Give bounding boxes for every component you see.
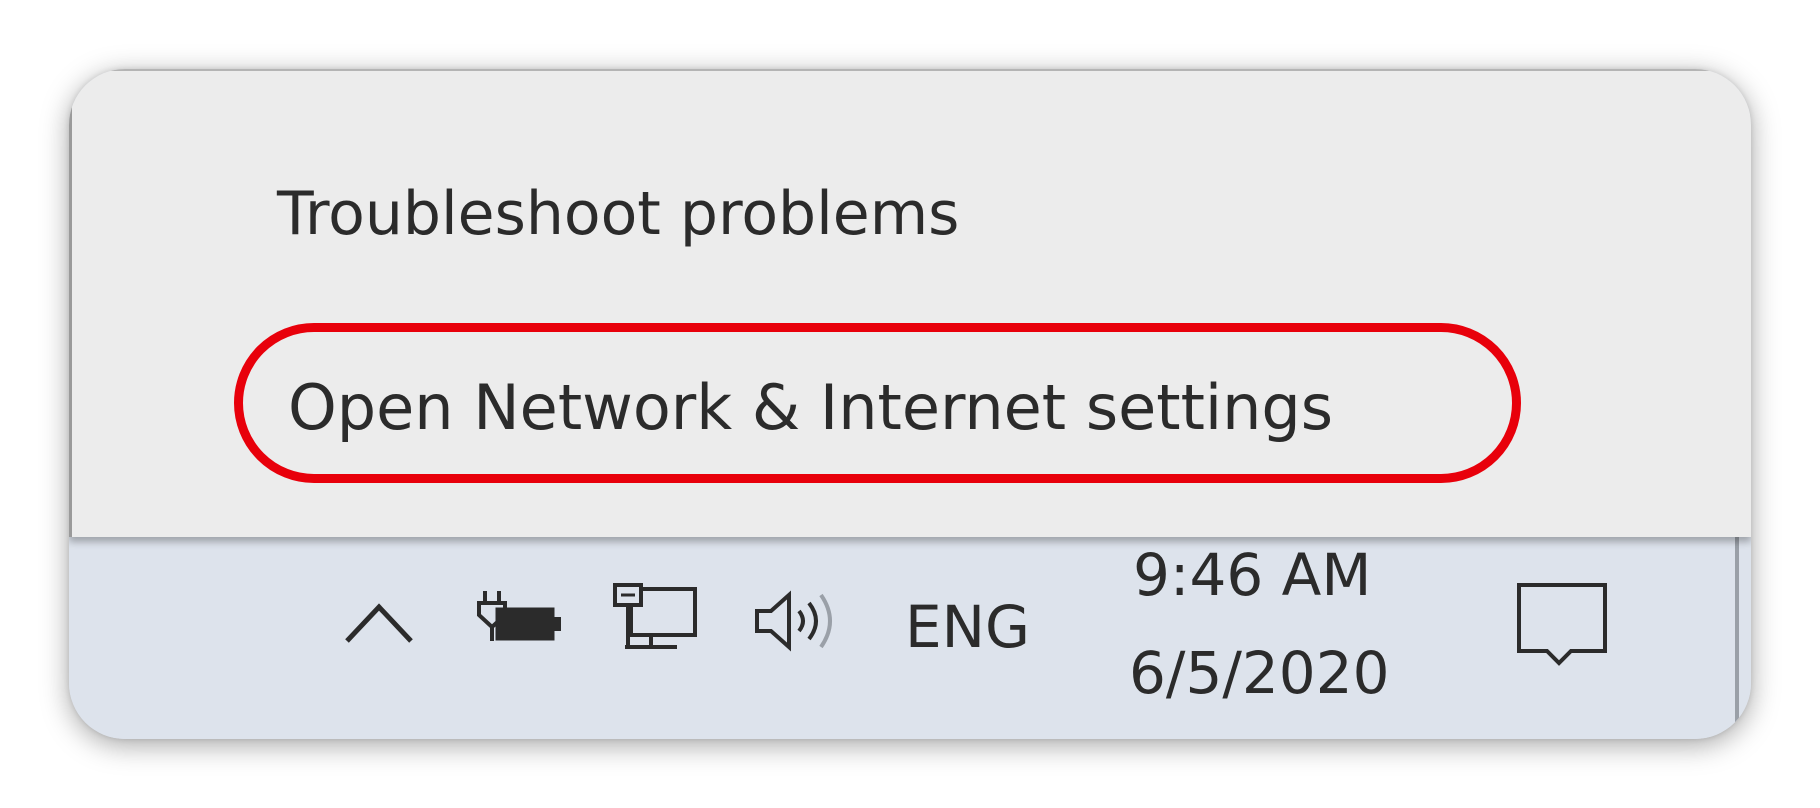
speaker-volume-icon[interactable] <box>751 589 851 653</box>
network-ethernet-icon[interactable] <box>611 581 703 661</box>
menu-item-troubleshoot-problems[interactable]: Troubleshoot problems <box>277 179 959 249</box>
power-plug-battery-icon[interactable] <box>475 585 567 655</box>
taskbar: ENG 9:46 AM 6/5/2020 <box>69 537 1751 739</box>
chevron-up-icon[interactable] <box>339 595 423 655</box>
screenshot-frame: Troubleshoot problems Open Network & Int… <box>69 69 1751 739</box>
clock-time[interactable]: 9:46 AM <box>1133 541 1371 609</box>
input-language-indicator[interactable]: ENG <box>905 593 1030 661</box>
highlight-annotation-ring <box>234 323 1521 483</box>
taskbar-divider <box>1735 537 1739 739</box>
clock-date[interactable]: 6/5/2020 <box>1129 639 1390 707</box>
action-center-icon[interactable] <box>1515 581 1611 669</box>
